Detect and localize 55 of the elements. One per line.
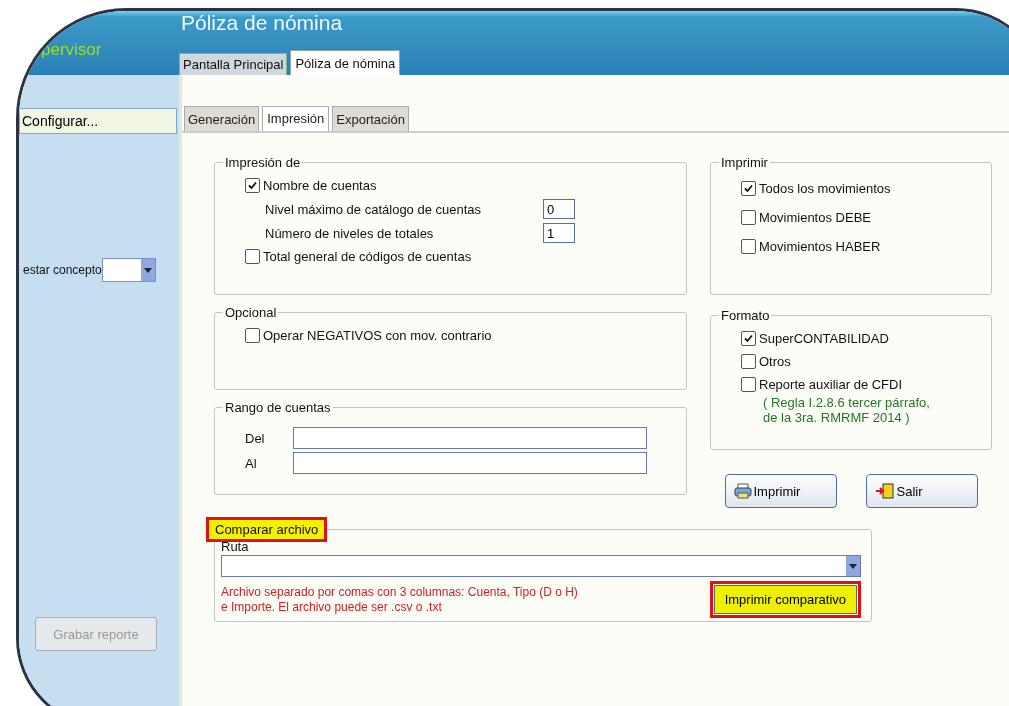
checkbox-label: Total general de códigos de cuentas xyxy=(263,249,472,264)
instructions-text: Archivo separado por comas con 3 columnas: Cuenta, Tipo (D o H) e Importe. El archivo puede ser .csv o .txt xyxy=(221,585,578,615)
checkbox[interactable] xyxy=(245,178,260,193)
group-title: Formato xyxy=(720,308,771,323)
checkbox-label: Reporte auxiliar de CFDI xyxy=(759,377,903,392)
concept-dropdown[interactable] xyxy=(101,258,156,282)
checkbox-label: Otros xyxy=(759,354,791,369)
tab[interactable]: Exportación xyxy=(332,106,409,131)
door-icon xyxy=(874,483,895,499)
field-label: Nivel máximo de catálogo de cuentas xyxy=(265,201,483,217)
checkbox[interactable] xyxy=(741,210,756,225)
checkbox-label: SuperCONTABILIDAD xyxy=(759,331,889,346)
caret-icon xyxy=(143,267,152,273)
group-title: Opcional xyxy=(224,305,278,320)
tab[interactable]: Póliza de nómina xyxy=(290,50,401,75)
printer-icon xyxy=(733,483,752,499)
checkbox-label: Todos los movimientos xyxy=(759,181,891,196)
tab[interactable]: Pantalla Principal xyxy=(179,53,288,75)
group-title: Rango de cuentas xyxy=(224,400,332,415)
checkbox-label: Movimientos HABER xyxy=(759,239,881,254)
checkbox[interactable] xyxy=(741,239,756,254)
exit-button[interactable]: Salir xyxy=(865,474,978,508)
rule-note: ( Regla I.2.8.6 tercer párrafo, de la 3ra. RMRMF 2014 ) xyxy=(762,396,931,426)
group-title: Imprimir xyxy=(720,155,769,170)
number-field[interactable]: 0 xyxy=(543,199,575,219)
field-label: Número de niveles de totales xyxy=(265,225,435,241)
checkbox[interactable] xyxy=(245,249,260,264)
tab[interactable]: Generación xyxy=(184,106,260,131)
field-label: Al xyxy=(245,455,258,471)
checkmark-icon xyxy=(743,333,754,344)
checkbox-label: Movimientos DEBE xyxy=(759,210,871,225)
checkmark-icon xyxy=(743,183,754,194)
checkbox[interactable] xyxy=(741,354,756,369)
checkbox[interactable] xyxy=(245,328,260,343)
concept-label: estar concepto xyxy=(23,263,102,277)
user-label: pervisor xyxy=(41,39,102,60)
checkbox[interactable] xyxy=(741,331,756,346)
configure-button[interactable]: Configurar... xyxy=(19,108,177,134)
checkbox[interactable] xyxy=(741,377,756,392)
group-title: Impresión de xyxy=(224,155,302,170)
caret-icon xyxy=(849,563,857,569)
group-title: Comparar archivo xyxy=(209,520,325,539)
input-field[interactable] xyxy=(293,452,647,474)
path-dropdown[interactable] xyxy=(221,555,861,577)
number-field[interactable]: 1 xyxy=(543,223,575,243)
input-field[interactable] xyxy=(293,427,647,449)
field-label: Ruta xyxy=(221,539,249,554)
tab[interactable]: Impresión xyxy=(262,106,330,131)
checkmark-icon xyxy=(247,180,258,191)
checkbox[interactable] xyxy=(741,181,756,196)
print-button[interactable]: Imprimir xyxy=(724,474,837,508)
field-label: Del xyxy=(245,430,266,446)
window-title: Póliza de nómina xyxy=(180,11,344,35)
checkbox-label: Operar NEGATIVOS con mov. contrario xyxy=(263,328,492,343)
checkbox-label: Nombre de cuentas xyxy=(263,178,377,193)
